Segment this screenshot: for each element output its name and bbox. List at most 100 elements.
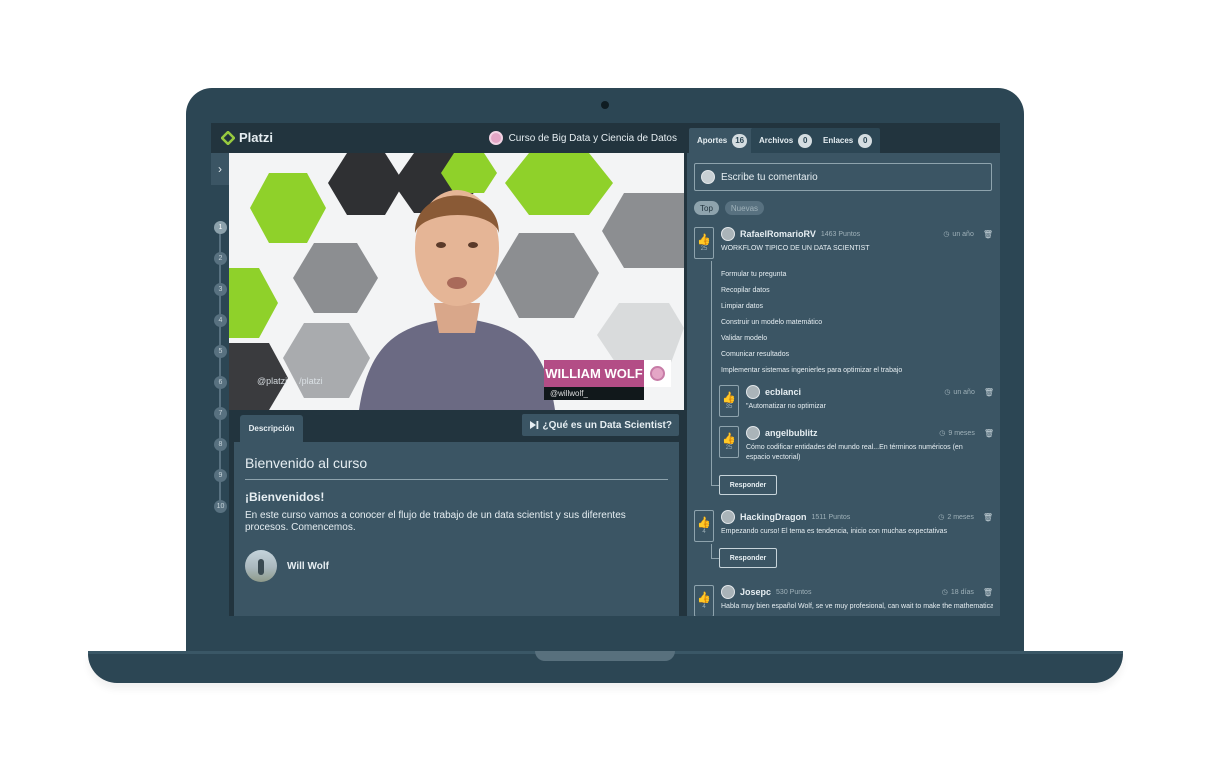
trash-icon[interactable]: 🗑 <box>983 230 993 239</box>
filter-nuevas[interactable]: Nuevas <box>724 201 765 215</box>
comment-points: 530 Puntos <box>776 588 812 596</box>
course-badge-icon <box>488 131 503 145</box>
comment-text: Empezando curso! El tema es tendencia, i… <box>721 528 948 535</box>
tab-aportes[interactable]: Aportes 16 <box>689 128 756 153</box>
vote-count: 4 <box>702 529 706 535</box>
comment-input[interactable]: Escribe tu comentario <box>694 163 992 191</box>
description-body: En este curso vamos a conocer el flujo d… <box>245 510 626 533</box>
laptop-notch <box>535 651 675 661</box>
clock-icon: ◷ <box>939 430 946 437</box>
comment-user[interactable]: ecblanci <box>765 387 801 397</box>
course-name: Curso de Big Data y Ciencia de Datos <box>508 132 677 144</box>
clock-icon: ◷ <box>941 589 948 596</box>
comment-time: ◷ un año <box>943 230 974 239</box>
thread-hook <box>711 558 719 559</box>
lesson-3-dot[interactable]: 3 <box>214 283 227 296</box>
comment-user[interactable]: Josepc <box>740 587 771 597</box>
lesson-1-dot[interactable]: 1 <box>214 221 227 234</box>
comment-user[interactable]: angelbublitz <box>765 428 818 438</box>
video-watermark: @platzi /platzi <box>257 376 323 386</box>
comment-user[interactable]: RafaelRomarioRV <box>740 229 816 239</box>
avatar <box>245 550 277 582</box>
comment-time: ◷ 2 meses <box>938 513 974 522</box>
tab-label: Aportes <box>697 136 728 145</box>
lesson-6-dot[interactable]: 6 <box>214 376 227 389</box>
trash-icon[interactable]: 🗑 <box>984 429 994 438</box>
time-label: un año <box>952 230 974 238</box>
comment-header: RafaelRomarioRV 1463 Puntos ◷ un año 🗑 <box>721 227 993 241</box>
upvote-button[interactable]: 👍 4 <box>694 585 714 616</box>
rail-toggle-button[interactable]: › <box>211 153 229 185</box>
upvote-button[interactable]: 👍 4 <box>694 510 714 542</box>
comment-text: WORKFLOW TIPICO DE UN DATA SCIENTIST <box>721 245 870 252</box>
thumbs-up-icon: 👍 <box>722 433 736 445</box>
logo-text: Platzi <box>239 130 273 145</box>
lesson-2-dot[interactable]: 2 <box>214 252 227 265</box>
list-item: Implementar sistemas ingenierles para op… <box>721 367 903 374</box>
trash-icon[interactable]: 🗑 <box>984 388 994 397</box>
thread-line <box>711 261 712 485</box>
thread-hook <box>711 485 719 486</box>
twitter-watermark: @platzi <box>257 376 288 386</box>
list-item: Limpiar datos <box>721 303 764 310</box>
thumbs-up-icon: 👍 <box>697 234 711 246</box>
upvote-button[interactable]: 👍 25 <box>719 426 739 458</box>
list-item: Recopilar datos <box>721 287 770 294</box>
time-label: 2 meses <box>947 513 974 521</box>
time-label: 9 meses <box>948 429 975 437</box>
list-item: Validar modelo <box>721 335 768 342</box>
comment-filters: Top Nuevas <box>694 201 765 215</box>
tab-archivos[interactable]: Archivos 0 <box>751 128 821 153</box>
filter-top[interactable]: Top <box>694 201 719 215</box>
screen: Platzi Curso de Big Data y Ciencia de Da… <box>211 123 1000 616</box>
trash-icon[interactable]: 🗑 <box>983 588 993 597</box>
clock-icon: ◷ <box>938 514 945 521</box>
video-player[interactable]: @platzi /platzi WILLIAM WOLF @willwolf_ <box>229 153 684 410</box>
time-label: 18 días <box>950 588 974 596</box>
vote-count: 35 <box>725 404 733 410</box>
next-lesson-label: ¿Qué es un Data Scientist? <box>542 419 672 431</box>
list-item: Formular tu pregunta <box>721 271 787 278</box>
skip-next-icon <box>529 421 538 429</box>
comment-user[interactable]: HackingDragon <box>740 512 807 522</box>
comment-list: Formular tu pregunta Recopilar datos Lim… <box>721 267 993 379</box>
avatar <box>746 385 760 399</box>
lesson-9-dot[interactable]: 9 <box>214 469 227 482</box>
thread-line <box>711 544 712 558</box>
tab-count: 0 <box>798 133 813 148</box>
thumbs-up-icon: 👍 <box>697 517 711 529</box>
upvote-button[interactable]: 👍 25 <box>694 227 714 259</box>
trash-icon[interactable]: 🗑 <box>983 513 993 522</box>
tab-enlaces[interactable]: Enlaces 0 <box>815 128 881 153</box>
lesson-5-dot[interactable]: 5 <box>214 345 227 358</box>
platzi-logo[interactable]: Platzi <box>221 130 273 145</box>
lesson-8-dot[interactable]: 8 <box>214 438 227 451</box>
next-lesson-button[interactable]: ¿Qué es un Data Scientist? <box>521 414 679 436</box>
tab-count: 0 <box>858 133 873 148</box>
comment-text: Cómo codificar entidades del mundo real.… <box>746 444 963 461</box>
reply-button[interactable]: Responder <box>719 475 777 495</box>
lesson-7-dot[interactable]: 7 <box>214 407 227 420</box>
avatar <box>721 227 735 241</box>
avatar <box>721 510 735 524</box>
lesson-4-dot[interactable]: 4 <box>214 314 227 327</box>
author-name: Will Wolf <box>287 560 329 572</box>
presenter-handle: @willwolf_ <box>544 387 644 400</box>
list-item: Construir un modelo matemático <box>721 319 823 326</box>
comments-tabs: Aportes 16 Archivos 0 Enlaces 0 <box>687 123 1000 153</box>
comment-placeholder: Escribe tu comentario <box>721 171 818 183</box>
tab-label: Enlaces <box>823 136 854 145</box>
comment-header: ecblanci ◷ un año 🗑 <box>746 385 994 399</box>
comment-header: angelbublitz ◷ 9 meses 🗑 <box>746 426 994 440</box>
course-title[interactable]: Curso de Big Data y Ciencia de Datos <box>488 131 677 145</box>
upvote-button[interactable]: 👍 35 <box>719 385 739 417</box>
presenter-name-tag: WILLIAM WOLF <box>544 360 644 387</box>
author[interactable]: Will Wolf <box>245 550 329 582</box>
comment-time: ◷ un año <box>944 388 975 397</box>
reply-button[interactable]: Responder <box>719 548 777 568</box>
lesson-10-dot[interactable]: 10 <box>214 500 227 513</box>
comment-time: ◷ 18 días <box>941 588 974 597</box>
vote-count: 25 <box>700 246 708 252</box>
description-subtitle: ¡Bienvenidos! <box>245 490 325 504</box>
tab-descripcion[interactable]: Descripción <box>240 415 303 442</box>
